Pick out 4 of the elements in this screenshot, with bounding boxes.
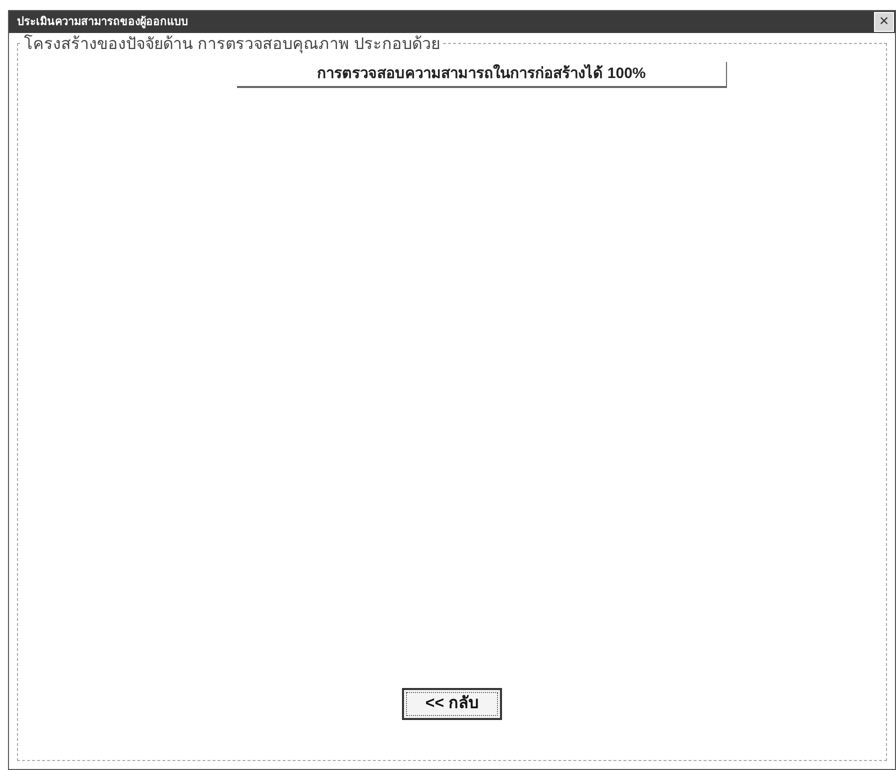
factor-item: การตรวจสอบความสามารถในการก่อสร้างได้ 100% [237, 62, 727, 88]
back-button[interactable]: << กลับ [402, 688, 502, 720]
close-button[interactable]: × [874, 12, 894, 32]
window-title: ประเมินความสามารถของผู้ออกแบบ [17, 14, 188, 30]
